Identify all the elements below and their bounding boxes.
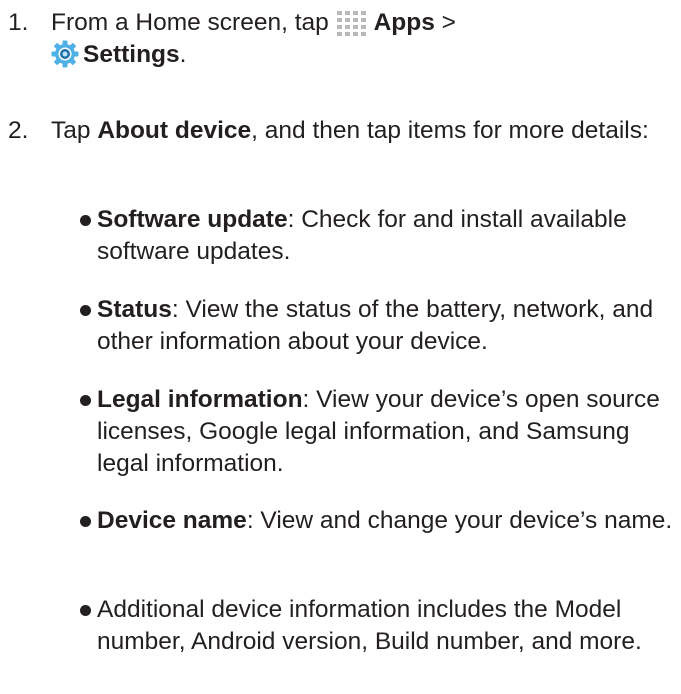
step-prefix: Tap xyxy=(51,117,98,144)
step-number: 2. xyxy=(8,117,29,144)
instructions-page: 1. From a Home screen, tap Apps > Settin… xyxy=(0,0,681,694)
list-item-title: Legal information xyxy=(97,386,303,413)
list-item-title: Status xyxy=(97,296,172,323)
bullet-dot xyxy=(80,605,91,616)
list-item-desc: Additional device information includes t… xyxy=(97,596,642,655)
step-separator: > xyxy=(434,9,456,36)
step-rest: , and then tap items for more details: xyxy=(251,117,649,144)
list-item-text: Device name: View and change your device… xyxy=(97,505,679,537)
list-item-title: Device name xyxy=(97,507,247,534)
list-item-text: Additional device information includes t… xyxy=(97,594,679,658)
step-text: From a Home screen, tap Apps > Settings. xyxy=(51,7,676,71)
bullet-dot xyxy=(80,516,91,527)
settings-label: Settings xyxy=(83,41,180,68)
bullet-dot xyxy=(80,395,91,406)
list-item-desc: : View the status of the battery, networ… xyxy=(97,296,654,355)
list-item-text: Status: View the status of the battery, … xyxy=(97,294,679,358)
list-item-title: Software update xyxy=(97,206,288,233)
about-device-label: About device xyxy=(97,117,252,144)
step-suffix: . xyxy=(179,41,187,68)
step-prefix: From a Home screen, tap xyxy=(51,9,336,36)
list-item-text: Software update: Check for and install a… xyxy=(97,204,679,268)
list-item-text: Legal information: View your device’s op… xyxy=(97,384,679,480)
bullet-dot xyxy=(80,215,91,226)
step-text: Tap About device, and then tap items for… xyxy=(51,115,676,147)
apps-label: Apps xyxy=(373,9,435,36)
step-number: 1. xyxy=(8,9,29,36)
settings-gear-icon xyxy=(51,40,79,68)
bullet-dot xyxy=(80,305,91,316)
apps-grid-icon xyxy=(336,10,370,36)
list-item-desc: : View and change your device’s name. xyxy=(246,507,673,534)
